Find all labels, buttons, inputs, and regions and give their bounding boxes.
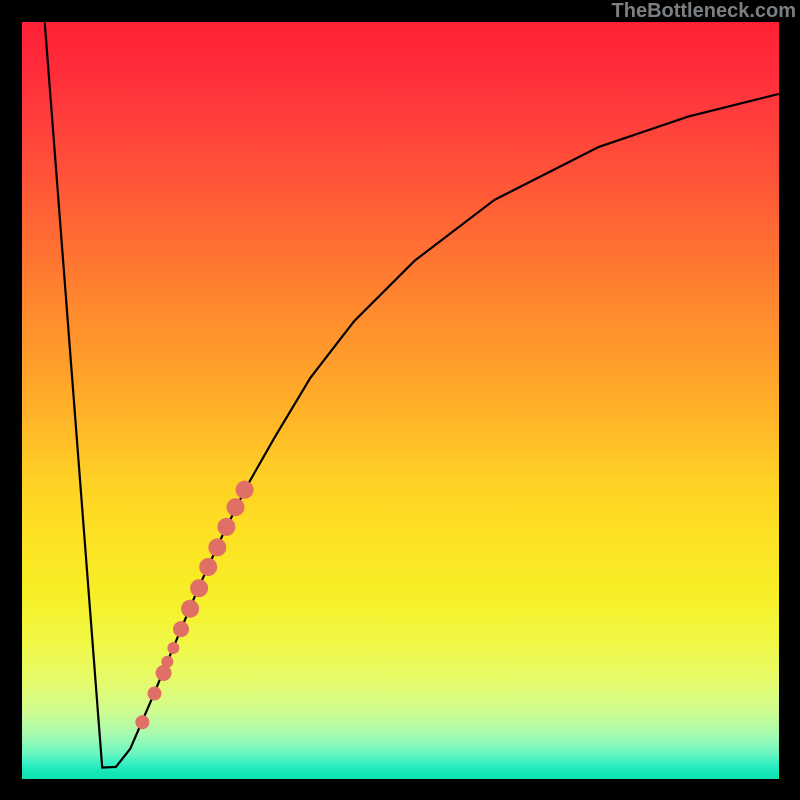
data-marker [227, 498, 245, 516]
data-marker [236, 481, 254, 499]
data-marker [161, 656, 173, 668]
data-marker [190, 579, 208, 597]
data-marker [135, 715, 149, 729]
data-marker [156, 665, 172, 681]
data-marker [181, 600, 199, 618]
data-marker [148, 687, 162, 701]
plot-area [22, 22, 779, 779]
data-marker [167, 642, 179, 654]
data-marker [173, 621, 189, 637]
watermark: TheBottleneck.com [612, 0, 796, 23]
data-marker [217, 518, 235, 536]
data-marker [208, 538, 226, 556]
curve-layer [22, 22, 779, 779]
marker-group [135, 481, 253, 729]
data-marker [199, 558, 217, 576]
bottleneck-curve [45, 22, 779, 768]
